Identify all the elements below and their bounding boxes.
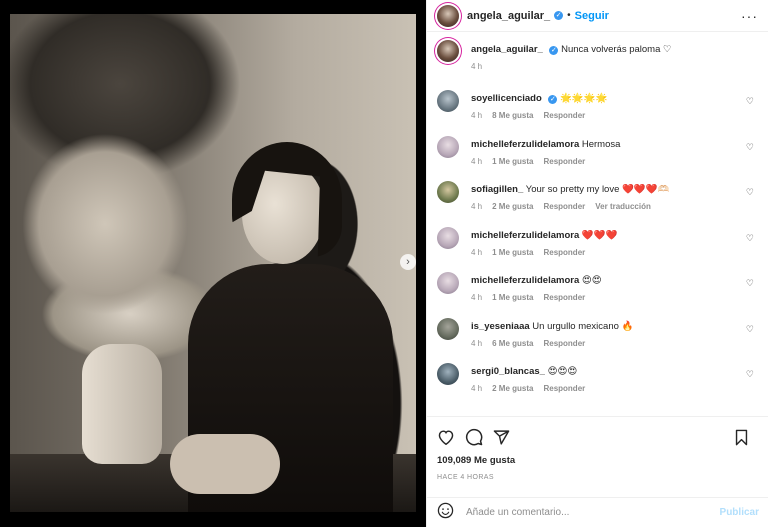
comment-text: 😍😍	[581, 275, 602, 286]
comment-likes[interactable]: 1 Me gusta	[492, 157, 533, 166]
comment-item: michelleferzulidelamora 😍😍 4 h 1 Me gust…	[437, 272, 758, 318]
verified-badge-icon: ✓	[554, 11, 564, 20]
heart-icon[interactable]: ♡	[746, 278, 754, 289]
comments-list[interactable]: angela_aguilar_ ✓ Nunca volverás paloma …	[427, 32, 768, 416]
commenter-avatar[interactable]	[437, 90, 459, 112]
commenter-avatar[interactable]	[437, 363, 459, 385]
heart-icon[interactable]: ♡	[746, 369, 754, 380]
comment-username[interactable]: michelleferzulidelamora	[471, 275, 579, 286]
comment-time[interactable]: 4 h	[471, 157, 482, 166]
commenter-avatar[interactable]	[437, 317, 459, 340]
reply-button[interactable]: Responder	[543, 111, 585, 120]
author-username[interactable]: angela_aguilar_	[467, 10, 550, 22]
comment-likes[interactable]: 8 Me gusta	[492, 111, 533, 120]
post-timestamp: HACE 4 HORAS	[437, 474, 494, 481]
comment-username[interactable]: sofiagillen_	[471, 184, 523, 195]
reply-button[interactable]: Responder	[543, 248, 585, 257]
comment-likes[interactable]: 6 Me gusta	[492, 339, 533, 348]
comment-likes[interactable]: 1 Me gusta	[492, 248, 533, 257]
follow-button[interactable]: Seguir	[575, 10, 609, 22]
caption-avatar[interactable]	[437, 40, 459, 62]
comment-item: sergi0_blancas_ 😍😍😍 4 h 2 Me gusta Respo…	[437, 363, 758, 409]
more-horizontal-icon[interactable]: ···	[741, 8, 758, 24]
share-icon[interactable]	[493, 429, 510, 446]
heart-icon[interactable]: ♡	[746, 142, 754, 153]
comment-time[interactable]: 4 h	[471, 384, 482, 393]
comment-text: ❤️❤️❤️	[581, 229, 618, 241]
comment-item: michelleferzulidelamora Hermosa 4 h 1 Me…	[437, 135, 758, 182]
comment-text: Un urgullo mexicano 🔥	[532, 320, 634, 332]
verified-badge-icon: ✓	[548, 95, 558, 104]
comment-input[interactable]	[466, 507, 720, 518]
post-side-panel: angela_aguilar_ ✓ • Seguir ··· angela_ag…	[426, 0, 768, 527]
reply-button[interactable]: Responder	[543, 293, 585, 302]
reply-button[interactable]: Responder	[543, 157, 585, 166]
likes-count[interactable]: 109,089 Me gusta	[437, 455, 759, 466]
comment-icon[interactable]	[465, 428, 483, 446]
post-modal: › angela_aguilar_ ✓ • Seguir ··· angela_…	[0, 0, 768, 527]
heart-icon[interactable]: ♡	[746, 233, 754, 244]
photo-arms-shape	[170, 434, 280, 494]
comment-text: Your so pretty my love ❤️❤️❤️🫶🏻	[525, 184, 670, 195]
emoji-icon[interactable]	[437, 502, 454, 524]
comment-time[interactable]: 4 h	[471, 111, 482, 120]
commenter-avatar[interactable]	[437, 135, 459, 158]
post-caption: angela_aguilar_ ✓ Nunca volverás paloma …	[437, 40, 758, 90]
comment-likes[interactable]: 2 Me gusta	[492, 202, 533, 211]
comment-likes[interactable]: 1 Me gusta	[492, 293, 533, 302]
comment-time[interactable]: 4 h	[471, 202, 482, 211]
comment-time[interactable]: 4 h	[471, 339, 482, 348]
comment-username[interactable]: michelleferzulidelamora	[471, 230, 579, 241]
heart-icon[interactable]: ♡	[746, 96, 754, 107]
post-media: ›	[0, 0, 426, 527]
comment-likes[interactable]: 2 Me gusta	[492, 384, 533, 393]
comment-time[interactable]: 4 h	[471, 293, 482, 302]
caption-meta: 4 h	[471, 62, 758, 71]
bookmark-icon[interactable]	[734, 429, 749, 446]
commenter-avatar[interactable]	[437, 226, 459, 249]
reply-button[interactable]: Responder	[543, 339, 585, 348]
chevron-right-icon[interactable]: ›	[400, 254, 416, 270]
comment-text: 🌟🌟🌟🌟	[560, 93, 608, 104]
separator-dot: •	[567, 10, 571, 21]
heart-icon[interactable]	[437, 429, 455, 445]
caption-time: 4 h	[471, 62, 483, 71]
comment-username[interactable]: soyellicenciado	[471, 93, 542, 104]
commenter-avatar[interactable]	[437, 181, 459, 203]
reply-button[interactable]: Responder	[543, 384, 585, 393]
heart-icon[interactable]: ♡	[746, 187, 754, 198]
comment-time[interactable]: 4 h	[471, 248, 482, 257]
author-avatar[interactable]	[437, 4, 459, 27]
comment-text: Hermosa	[581, 138, 621, 150]
photo-vase-shape	[82, 344, 162, 464]
comment-text: 😍😍😍	[547, 366, 578, 377]
caption-username[interactable]: angela_aguilar_	[471, 44, 543, 55]
heart-icon[interactable]: ♡	[746, 324, 754, 335]
reply-button[interactable]: Responder	[543, 202, 585, 211]
comment-username[interactable]: sergi0_blancas_	[471, 366, 545, 377]
comment-username[interactable]: is_yeseniaaa	[471, 321, 530, 332]
comment-item: is_yeseniaaa Un urgullo mexicano 🔥 4 h 6…	[437, 317, 758, 364]
see-translation-button[interactable]: Ver traducción	[595, 202, 651, 211]
caption-text: Nunca volverás paloma ♡	[561, 44, 672, 55]
post-photo[interactable]	[10, 14, 416, 512]
commenter-avatar[interactable]	[437, 272, 459, 294]
verified-badge-icon: ✓	[549, 46, 559, 55]
comment-item: soyellicenciado ✓ 🌟🌟🌟🌟 4 h 8 Me gusta Re…	[437, 90, 758, 136]
publish-button[interactable]: Publicar	[720, 507, 759, 518]
comment-username[interactable]: michelleferzulidelamora	[471, 139, 579, 150]
post-header: angela_aguilar_ ✓ • Seguir ···	[427, 0, 768, 32]
comment-item: sofiagillen_ Your so pretty my love ❤️❤️…	[437, 181, 758, 227]
add-comment-bar: Publicar	[427, 497, 768, 527]
action-icons	[437, 427, 759, 447]
comment-item: michelleferzulidelamora ❤️❤️❤️ 4 h 1 Me …	[437, 226, 758, 273]
